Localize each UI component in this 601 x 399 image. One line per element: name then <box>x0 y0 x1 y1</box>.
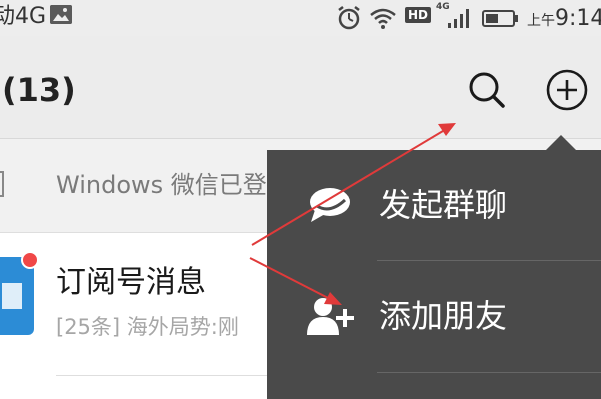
carrier-label: 动4G <box>0 4 46 29</box>
conversation-preview: [25条] 海外局势:刚 <box>56 315 239 339</box>
hd-badge: HD <box>405 7 432 23</box>
top-bar: (13) <box>0 36 601 139</box>
menu-item-group-chat[interactable]: 发起群聊 <box>267 150 601 260</box>
popup-menu: 发起群聊 添加朋友 <box>267 150 601 399</box>
time-prefix: 上午 <box>527 13 555 29</box>
desktop-icon <box>0 171 4 197</box>
carrier-clip: 动4G <box>0 4 46 32</box>
chat-bubble-icon <box>305 184 353 226</box>
search-icon <box>469 72 505 108</box>
menu-item-add-friend[interactable]: 添加朋友 <box>267 261 601 371</box>
add-button[interactable] <box>545 68 589 112</box>
status-bar: 动4G HD 4G 上午 9:14 <box>0 0 601 36</box>
wifi-icon <box>370 8 396 29</box>
conversation-title: 订阅号消息 <box>56 265 206 300</box>
unread-badge <box>21 251 39 269</box>
plus-circle-icon <box>546 69 588 111</box>
search-button[interactable] <box>465 68 509 112</box>
banner-text: Windows 微信已登 <box>56 171 267 199</box>
subscription-icon <box>2 283 22 309</box>
menu-item-label: 发起群聊 <box>379 186 508 224</box>
image-notification-icon <box>50 5 72 24</box>
signal-icon <box>448 9 469 28</box>
time-label: 9:14 <box>555 6 601 31</box>
menu-item-label: 添加朋友 <box>379 297 508 335</box>
clock: 上午 9:14 <box>527 6 601 34</box>
popup-arrow <box>545 135 577 151</box>
battery-icon <box>482 10 518 27</box>
add-friend-icon <box>305 295 354 337</box>
menu-divider <box>377 372 601 373</box>
page-title: (13) <box>2 71 76 109</box>
alarm-icon <box>338 6 360 30</box>
